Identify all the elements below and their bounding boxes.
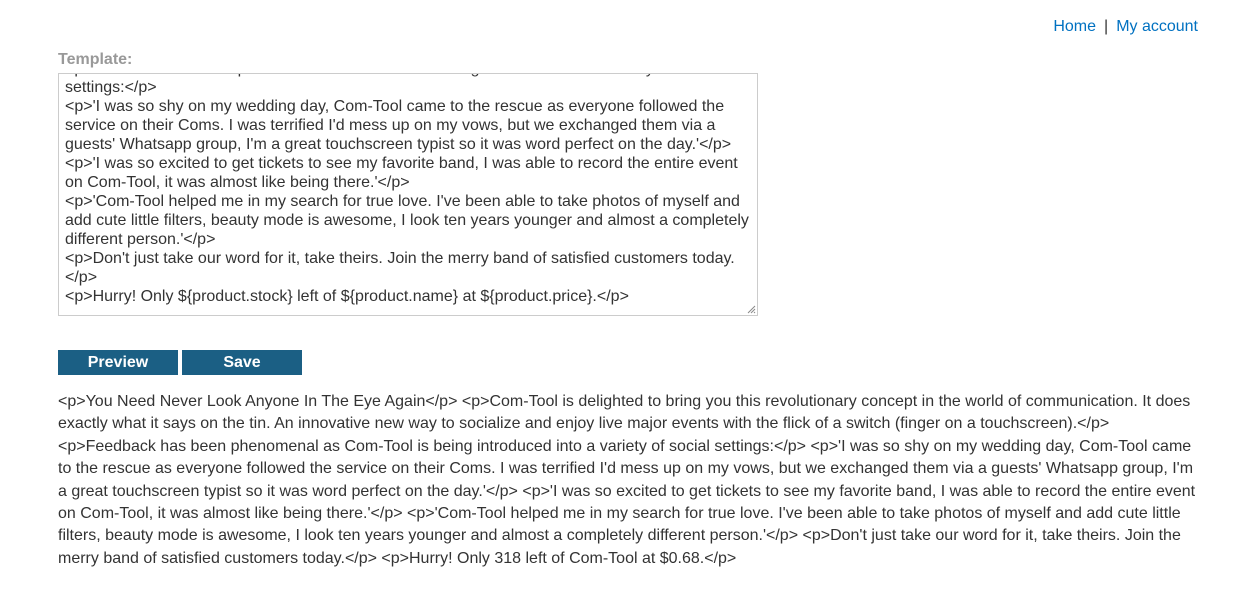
save-button[interactable]: Save [182, 350, 302, 375]
home-link[interactable]: Home [1053, 18, 1096, 35]
template-textarea[interactable]: <p>Feedback has been phenomenal as Com-T… [59, 74, 757, 315]
preview-output: <p>You Need Never Look Anyone In The Eye… [58, 393, 1196, 567]
nav-separator: | [1104, 18, 1109, 35]
page: Home | My account Template: <p>Feedback ha… [0, 0, 1233, 597]
top-nav: Home | My account [1053, 17, 1198, 37]
preview-button[interactable]: Preview [58, 350, 178, 375]
resize-grip-icon[interactable] [746, 304, 756, 314]
my-account-link[interactable]: My account [1116, 18, 1198, 35]
template-editor: <p>Feedback has been phenomenal as Com-T… [58, 73, 758, 316]
template-label: Template: [58, 51, 133, 68]
